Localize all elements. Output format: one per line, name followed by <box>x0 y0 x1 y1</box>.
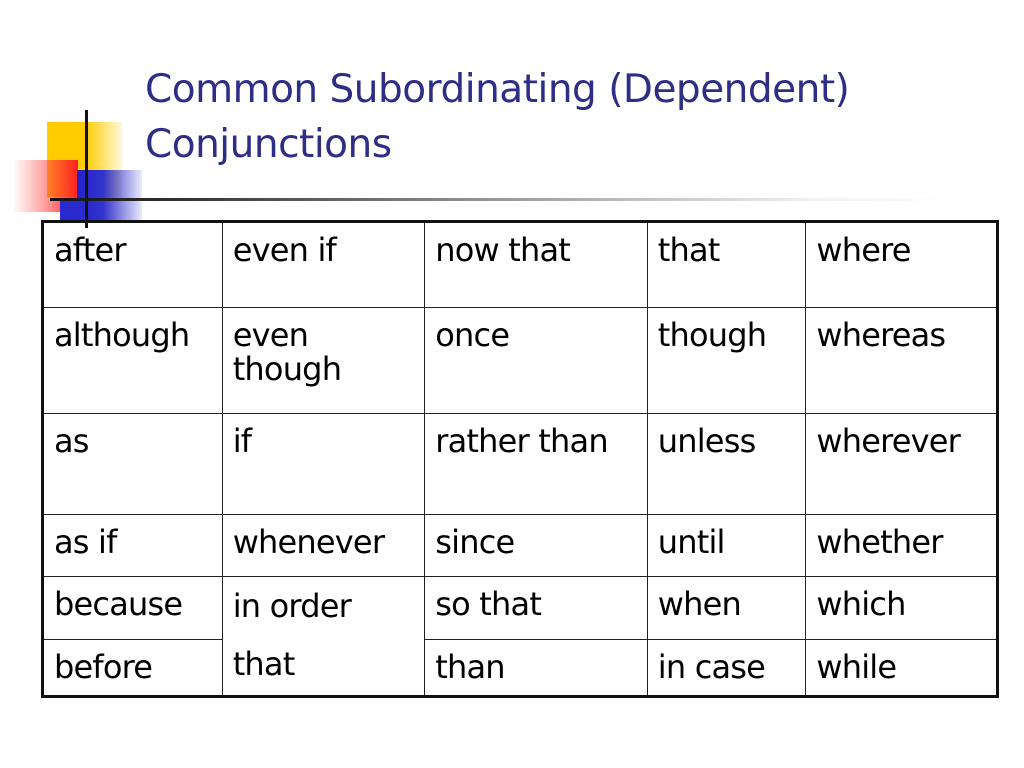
table-cell: if <box>221 413 426 515</box>
slide-title-line-2: Conjunctions <box>145 122 392 167</box>
table-cell: because <box>42 576 223 640</box>
table-cell: as <box>42 413 223 515</box>
table-cell: whenever <box>221 514 426 577</box>
table-cell: unless <box>646 413 807 515</box>
title-underline-rule <box>50 198 950 201</box>
table-cell: which <box>805 576 998 640</box>
table-cell: although <box>42 307 223 414</box>
slide-title-line-1: Common Subordinating (Dependent) <box>145 67 850 112</box>
table-cell: wherever <box>805 413 998 515</box>
table-row: because in order that so that when which <box>42 576 998 697</box>
table-cell: whether <box>805 514 998 577</box>
table-row: as if rather than unless wherever <box>42 413 998 515</box>
table-cell: in order that <box>221 576 426 697</box>
cell-line: in order <box>232 587 352 625</box>
table-cell: than <box>424 639 648 697</box>
table-cell: that <box>646 221 807 308</box>
table-cell: in case <box>646 639 807 697</box>
table-row: as if whenever since until whether <box>42 514 998 577</box>
cell-line: that <box>232 645 296 683</box>
table-cell: while <box>805 639 998 697</box>
cell-line: though <box>232 350 342 388</box>
table-cell: after <box>42 221 223 308</box>
table-cell: once <box>424 307 648 414</box>
table-cell: even if <box>221 221 426 308</box>
slide-title: Common Subordinating (Dependent) Conjunc… <box>145 62 850 172</box>
table-cell: when <box>646 576 807 640</box>
table-cell: before <box>42 639 223 697</box>
conjunctions-table: after even if now that that where althou… <box>41 220 999 698</box>
table-cell: where <box>805 221 998 308</box>
table-cell: rather than <box>424 413 648 515</box>
table-cell: so that <box>424 576 648 640</box>
table-cell: as if <box>42 514 223 577</box>
table-cell: even though <box>221 307 426 414</box>
table-cell: though <box>646 307 807 414</box>
table-cell: now that <box>424 221 648 308</box>
table-cell: whereas <box>805 307 998 414</box>
table-cell: until <box>646 514 807 577</box>
table-cell: since <box>424 514 648 577</box>
table-row: after even if now that that where <box>42 221 998 308</box>
table-row: before than in case while <box>42 639 998 697</box>
table-row: although even though once though whereas <box>42 307 998 414</box>
cell-line: even <box>232 316 309 354</box>
decorative-vertical-line <box>85 110 88 228</box>
